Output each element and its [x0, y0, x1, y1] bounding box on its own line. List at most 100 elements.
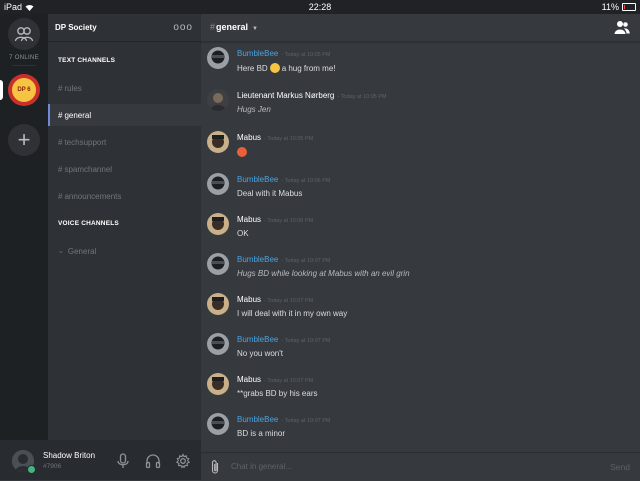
chat-input[interactable]: Chat in general...	[231, 462, 292, 471]
online-count: 7 ONLINE	[9, 55, 39, 61]
channel-name: general	[216, 22, 249, 32]
author-name[interactable]: BumbleBee	[237, 255, 278, 264]
message-text: Hugs Jen	[237, 105, 271, 114]
user-panel: Shadow Briton #7906	[0, 440, 201, 480]
settings-gear-icon[interactable]	[175, 453, 191, 469]
message[interactable]: Mabus - Today at 10:06 PM OK	[201, 208, 640, 248]
plus-icon: +	[17, 127, 31, 152]
avatar[interactable]	[207, 293, 229, 315]
channel-label: announcements	[64, 191, 122, 201]
battery-icon	[622, 3, 636, 11]
avatar[interactable]	[207, 373, 229, 395]
author-name[interactable]: BumbleBee	[237, 175, 278, 184]
voice-channels-category[interactable]: VOICE CHANNELS	[48, 220, 119, 227]
message[interactable]: BumbleBee - Today at 10:06 PM Deal with i…	[201, 168, 640, 208]
online-status-dot	[27, 465, 36, 474]
active-server-indicator	[0, 80, 3, 100]
timestamp: - Today at 10:05 PM	[264, 136, 314, 142]
add-server-button[interactable]: +	[8, 124, 40, 156]
channel-techsupport[interactable]: # techsupport	[48, 131, 201, 153]
timestamp: - Today at 10:07 PM	[264, 298, 314, 304]
message[interactable]: Lieutenant Markus Nørberg - Today at 10:0…	[201, 84, 640, 124]
server-icon-dp-society[interactable]: DP 6	[8, 74, 40, 106]
battery-percent: 11%	[601, 2, 619, 12]
timestamp: - Today at 10:07 PM	[264, 378, 314, 384]
message-author-line: Mabus - Today at 10:07 PM	[237, 375, 313, 384]
timestamp: - Today at 10:06 PM	[281, 178, 331, 184]
author-name[interactable]: BumbleBee	[237, 49, 278, 58]
avatar[interactable]	[207, 413, 229, 435]
timestamp: - Today at 10:07 PM	[281, 338, 331, 344]
author-name[interactable]: Mabus	[237, 375, 261, 384]
channel-label: rules	[64, 83, 82, 93]
channel-label: general	[64, 110, 92, 120]
avatar[interactable]	[207, 47, 229, 69]
send-button[interactable]: Send	[610, 462, 630, 472]
message[interactable]: BumbleBee - Today at 10:05 PM Here BD a hu…	[201, 42, 640, 82]
channel-hash: #	[210, 22, 216, 32]
avatar[interactable]	[207, 333, 229, 355]
message-author-line: BumbleBee - Today at 10:07 PM	[237, 415, 330, 424]
paperclip-icon[interactable]	[209, 459, 221, 475]
channel-label: spamchannel	[64, 164, 113, 174]
channel-label: General	[67, 246, 97, 256]
channel-label: techsupport	[64, 137, 107, 147]
message-author-line: BumbleBee - Today at 10:07 PM	[237, 335, 330, 344]
message-composer: Chat in general... Send	[201, 452, 640, 481]
message-text: Hugs BD while looking at Mabus with an e…	[237, 269, 410, 278]
server-name: DP Society	[55, 23, 97, 32]
member-list-icon[interactable]	[614, 20, 630, 34]
avatar[interactable]	[207, 253, 229, 275]
channel-announcements[interactable]: # announcements	[48, 185, 201, 207]
timestamp: - Today at 10:06 PM	[264, 218, 314, 224]
avatar[interactable]	[207, 89, 229, 111]
message-author-line: Mabus - Today at 10:07 PM	[237, 295, 313, 304]
message[interactable]: BumbleBee - Today at 10:07 PM BD is a min…	[201, 408, 640, 448]
message-text: **grabs BD by his ears	[237, 389, 318, 398]
message-text: OK	[237, 229, 249, 238]
message-text: Deal with it Mabus	[237, 189, 303, 198]
message-author-line: BumbleBee - Today at 10:06 PM	[237, 175, 330, 184]
author-name[interactable]: BumbleBee	[237, 335, 278, 344]
hash-icon: #	[58, 137, 63, 147]
avatar[interactable]	[207, 213, 229, 235]
microphone-icon[interactable]	[115, 453, 131, 469]
headphones-icon[interactable]	[145, 453, 161, 469]
channel-sidebar: DP Society ooo TEXT CHANNELS # rules # gen…	[48, 14, 201, 440]
caret-down-icon: ▼	[252, 26, 258, 32]
voice-channel-general[interactable]: ⌄ General	[48, 240, 201, 262]
author-name[interactable]: Mabus	[237, 215, 261, 224]
message-author-line: Lieutenant Markus Nørberg - Today at 10:0…	[237, 91, 387, 100]
message-author-line: BumbleBee - Today at 10:07 PM	[237, 255, 330, 264]
message-list: BumbleBee - Today at 10:05 PM Here BD a hu…	[201, 42, 640, 452]
server-header[interactable]: DP Society ooo	[48, 14, 201, 42]
author-name[interactable]: Mabus	[237, 295, 261, 304]
author-name[interactable]: Mabus	[237, 133, 261, 142]
channel-spamchannel[interactable]: # spamchannel	[48, 158, 201, 180]
clock: 22:28	[308, 2, 332, 12]
more-options-icon[interactable]: ooo	[173, 22, 193, 33]
message[interactable]: Mabus - Today at 10:05 PM	[201, 126, 640, 166]
avatar[interactable]	[207, 131, 229, 153]
server-rail: 7 ONLINE DP 6 +	[0, 14, 48, 480]
hash-icon: #	[58, 164, 63, 174]
server-badge: DP 6	[12, 78, 36, 102]
username: Shadow Briton	[43, 451, 96, 460]
channel-general[interactable]: # general	[48, 104, 201, 126]
text-channels-category[interactable]: TEXT CHANNELS	[48, 57, 115, 64]
message[interactable]: BumbleBee - Today at 10:07 PM Hugs BD whi…	[201, 248, 640, 288]
channel-rules[interactable]: # rules	[48, 77, 201, 99]
avatar[interactable]	[207, 173, 229, 195]
channel-title[interactable]: #general ▼	[210, 22, 258, 32]
message-text	[237, 147, 249, 157]
message-text: No you won't	[237, 349, 283, 358]
message[interactable]: Mabus - Today at 10:07 PM **grabs BD by h…	[201, 368, 640, 408]
message[interactable]: BumbleBee - Today at 10:07 PM No you won'…	[201, 328, 640, 368]
author-name[interactable]: BumbleBee	[237, 415, 278, 424]
message[interactable]: Mabus - Today at 10:07 PM I will deal wit…	[201, 288, 640, 328]
message-body: Here BD	[237, 64, 268, 73]
channel-header: #general ▼	[201, 14, 640, 42]
author-name[interactable]: Lieutenant Markus Nørberg	[237, 91, 334, 100]
timestamp: - Today at 10:07 PM	[281, 418, 331, 424]
friends-home-button[interactable]	[8, 18, 40, 50]
